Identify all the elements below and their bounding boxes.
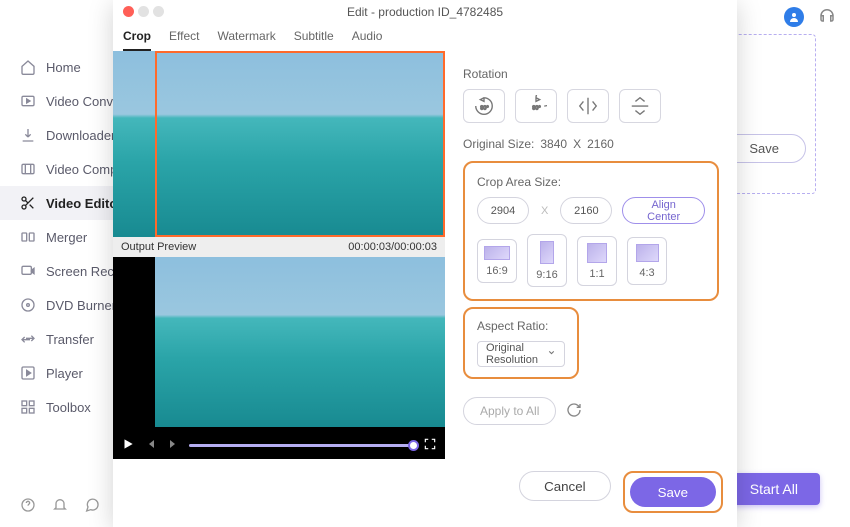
x-label: X bbox=[573, 137, 581, 151]
aspect-ratio-value: Original Resolution bbox=[486, 342, 547, 366]
fullscreen-button[interactable] bbox=[423, 437, 437, 454]
output-bar: Output Preview 00:00:03/00:00:03 bbox=[113, 237, 445, 257]
settings-pane: Rotation 90° 90° Original Size: 3840 X 2… bbox=[445, 51, 737, 459]
merge-icon bbox=[20, 229, 36, 245]
apply-to-all-button[interactable]: Apply to All bbox=[463, 397, 556, 425]
edit-modal: Edit - production ID_4782485 Crop Effect… bbox=[113, 0, 737, 527]
cancel-button[interactable]: Cancel bbox=[519, 471, 611, 501]
rotate-right-button[interactable]: 90° bbox=[515, 89, 557, 123]
player-controls bbox=[113, 431, 445, 459]
tabs: Crop Effect Watermark Subtitle Audio bbox=[113, 23, 737, 51]
reset-icon[interactable] bbox=[566, 402, 582, 421]
original-width: 3840 bbox=[540, 137, 567, 151]
save-highlight: Save bbox=[623, 471, 723, 513]
chevron-down-icon bbox=[547, 348, 556, 360]
svg-text:90°: 90° bbox=[532, 106, 540, 112]
crop-area-group: Crop Area Size: X Align Center 16:9 9:16… bbox=[463, 161, 719, 301]
aspect-ratio-select[interactable]: Original Resolution bbox=[477, 341, 565, 367]
record-icon bbox=[20, 263, 36, 279]
bell-icon[interactable] bbox=[52, 497, 68, 513]
tab-watermark[interactable]: Watermark bbox=[217, 29, 275, 51]
chat-icon[interactable] bbox=[84, 497, 100, 513]
ratio-label: 9:16 bbox=[536, 269, 557, 281]
sidebar-item-label: Toolbox bbox=[46, 400, 91, 415]
avatar[interactable] bbox=[784, 7, 804, 27]
align-center-button[interactable]: Align Center bbox=[622, 197, 705, 224]
convert-icon bbox=[20, 93, 36, 109]
grid-icon bbox=[20, 399, 36, 415]
headset-icon[interactable] bbox=[818, 6, 836, 27]
download-icon bbox=[20, 127, 36, 143]
ratio-9-16-button[interactable]: 9:16 bbox=[527, 234, 567, 287]
modal-footer: Cancel Save bbox=[113, 459, 737, 527]
rotation-label: Rotation bbox=[463, 67, 719, 81]
titlebar: Edit - production ID_4782485 bbox=[113, 0, 737, 23]
sidebar-item-label: Downloader bbox=[46, 128, 115, 143]
play-icon bbox=[20, 365, 36, 381]
source-preview[interactable] bbox=[113, 51, 445, 237]
tab-effect[interactable]: Effect bbox=[169, 29, 199, 51]
help-icon[interactable] bbox=[20, 497, 36, 513]
sidebar-item-label: Home bbox=[46, 60, 81, 75]
home-icon bbox=[20, 59, 36, 75]
flip-vertical-button[interactable] bbox=[619, 89, 661, 123]
tab-crop[interactable]: Crop bbox=[123, 29, 151, 51]
rotate-left-button[interactable]: 90° bbox=[463, 89, 505, 123]
crop-area-label: Crop Area Size: bbox=[477, 175, 705, 189]
scissors-icon bbox=[20, 195, 36, 211]
output-preview bbox=[155, 257, 445, 427]
ratio-label: 4:3 bbox=[639, 267, 654, 279]
x-separator: X bbox=[541, 205, 548, 217]
tab-audio[interactable]: Audio bbox=[352, 29, 383, 51]
ratio-label: 16:9 bbox=[486, 265, 507, 277]
timecode: 00:00:03/00:00:03 bbox=[348, 241, 437, 253]
save-button[interactable]: Save bbox=[630, 477, 716, 507]
sidebar-item-label: Player bbox=[46, 366, 83, 381]
compress-icon bbox=[20, 161, 36, 177]
sidebar-item-label: Transfer bbox=[46, 332, 94, 347]
flip-horizontal-button[interactable] bbox=[567, 89, 609, 123]
ratio-1-1-button[interactable]: 1:1 bbox=[577, 236, 617, 286]
svg-text:90°: 90° bbox=[480, 106, 488, 112]
output-preview-label: Output Preview bbox=[121, 241, 196, 253]
sidebar-item-label: Video Editor bbox=[46, 196, 122, 211]
play-button[interactable] bbox=[121, 437, 135, 454]
sidebar-item-label: DVD Burner bbox=[46, 298, 116, 313]
tab-subtitle[interactable]: Subtitle bbox=[294, 29, 334, 51]
window-title: Edit - production ID_4782485 bbox=[113, 5, 737, 19]
preview-pane: Output Preview 00:00:03/00:00:03 bbox=[113, 51, 445, 459]
seek-slider[interactable] bbox=[189, 444, 413, 447]
crop-rectangle[interactable] bbox=[155, 51, 445, 237]
ratio-label: 1:1 bbox=[589, 268, 604, 280]
ratio-4-3-button[interactable]: 4:3 bbox=[627, 237, 667, 285]
crop-height-input[interactable] bbox=[560, 197, 612, 224]
aspect-ratio-group: Aspect Ratio: Original Resolution bbox=[463, 307, 579, 379]
start-all-button[interactable]: Start All bbox=[728, 473, 820, 505]
crop-width-input[interactable] bbox=[477, 197, 529, 224]
original-height: 2160 bbox=[587, 137, 614, 151]
aspect-ratio-label: Aspect Ratio: bbox=[477, 319, 565, 333]
step-back-button[interactable] bbox=[145, 438, 157, 453]
ratio-16-9-button[interactable]: 16:9 bbox=[477, 239, 517, 283]
original-size-label: Original Size: bbox=[463, 137, 534, 151]
sidebar-item-label: Merger bbox=[46, 230, 87, 245]
transfer-icon bbox=[20, 331, 36, 347]
step-fwd-button[interactable] bbox=[167, 438, 179, 453]
disc-icon bbox=[20, 297, 36, 313]
